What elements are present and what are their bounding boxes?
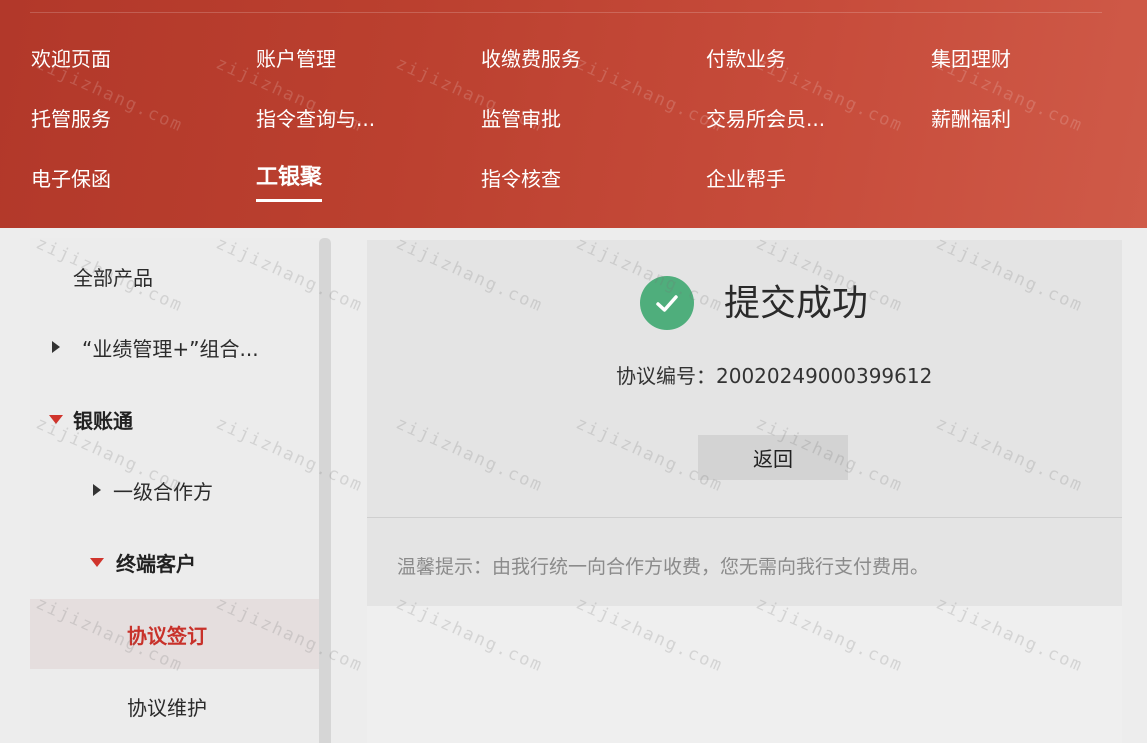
sidebar-item-agreement-signing[interactable]: 协议签订 (30, 599, 320, 669)
sidebar-item-label: 一级合作方 (113, 479, 213, 504)
lower-panel (367, 606, 1122, 743)
nav-item-e-guarantee[interactable]: 电子保函 (31, 163, 111, 195)
success-title: 提交成功 (724, 283, 869, 324)
agreement-number-value: 20020249000399612 (716, 364, 933, 388)
agreement-number-row: 协议编号：20020249000399612 (616, 360, 932, 392)
top-navigation: 欢迎页面 账户管理 收缴费服务 付款业务 集团理财 托管服务 指令查询与... … (0, 0, 1147, 228)
success-check-icon (640, 276, 694, 330)
caret-down-icon (90, 557, 104, 567)
sidebar-item-terminal-customer[interactable]: 终端客户 (30, 532, 320, 592)
sidebar-item-agreement-maintenance[interactable]: 协议维护 (30, 676, 320, 736)
sidebar-item-label: 全部产品 (73, 265, 153, 290)
nav-item-account-management[interactable]: 账户管理 (256, 43, 336, 75)
caret-right-icon (93, 484, 101, 496)
sidebar-item-label: 协议维护 (127, 695, 207, 720)
nav-item-payment-business[interactable]: 付款业务 (706, 43, 786, 75)
sidebar-scrollbar[interactable] (319, 238, 331, 743)
caret-right-icon (52, 341, 60, 353)
nav-item-gongyinju[interactable]: 工银聚 (256, 162, 323, 202)
agreement-number-label: 协议编号： (616, 364, 716, 388)
tip-text: 温馨提示：由我行统一向合作方收费，您无需向我行支付费用。 (397, 556, 930, 578)
nav-item-exchange-member[interactable]: 交易所会员... (706, 103, 825, 135)
nav-item-welcome[interactable]: 欢迎页面 (31, 43, 111, 75)
nav-item-custody[interactable]: 托管服务 (31, 103, 111, 135)
sidebar-item-primary-partner[interactable]: 一级合作方 (30, 460, 320, 520)
sidebar: 全部产品 “业绩管理+”组合... 银账通 一级合作方 终端客户 协议签订 协议… (30, 238, 320, 743)
nav-item-instruction-check[interactable]: 指令核查 (481, 163, 561, 195)
sidebar-item-yinzhangtong[interactable]: 银账通 (30, 389, 320, 449)
sidebar-item-label: “业绩管理+”组合... (82, 336, 259, 361)
sidebar-item-label: 银账通 (73, 408, 133, 433)
nav-item-instruction-query[interactable]: 指令查询与... (256, 103, 375, 135)
nav-item-enterprise-helper[interactable]: 企业帮手 (706, 163, 786, 195)
sidebar-item-performance-management[interactable]: “业绩管理+”组合... (30, 317, 320, 377)
nav-item-payroll-benefits[interactable]: 薪酬福利 (931, 103, 1011, 135)
divider (367, 517, 1122, 518)
nav-item-supervision-approval[interactable]: 监管审批 (481, 103, 561, 135)
nav-item-payment-collection[interactable]: 收缴费服务 (481, 43, 581, 75)
back-button[interactable]: 返回 (698, 435, 848, 480)
sidebar-item-label: 终端客户 (116, 551, 196, 576)
sidebar-item-all-products[interactable]: 全部产品 (30, 246, 320, 306)
caret-down-icon (49, 414, 63, 424)
top-divider (30, 12, 1102, 13)
nav-item-group-finance[interactable]: 集团理财 (931, 43, 1011, 75)
check-icon (656, 295, 678, 312)
sidebar-item-label: 协议签订 (127, 623, 207, 648)
